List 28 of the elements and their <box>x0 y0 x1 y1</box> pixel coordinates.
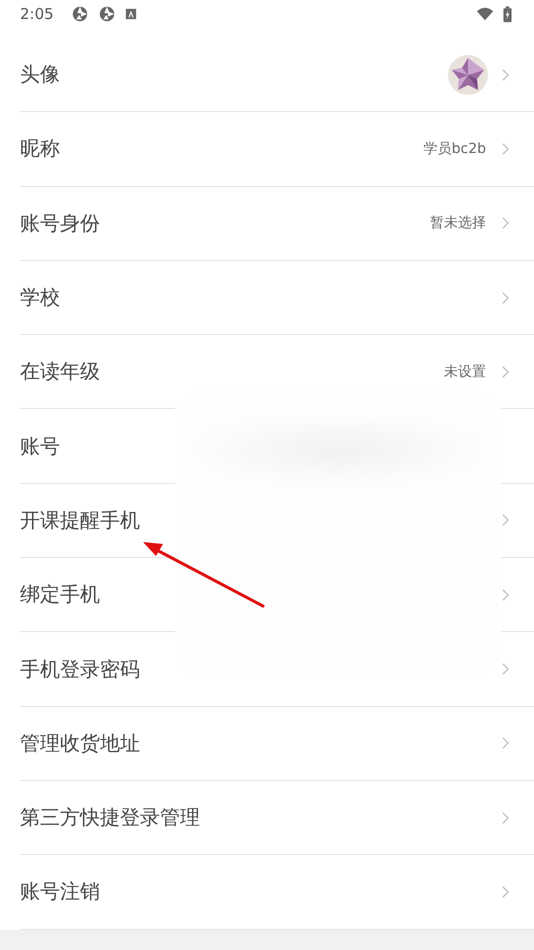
settings-row[interactable]: 昵称 学员bc2b <box>20 112 534 187</box>
row-label: 开课提醒手机 <box>20 506 140 534</box>
battery-icon <box>503 6 512 22</box>
row-value: 未设置 <box>444 362 486 381</box>
settings-row[interactable]: 学校 <box>20 260 534 336</box>
avatar-icon <box>448 54 488 95</box>
row-value: 暂未选择 <box>430 214 486 232</box>
row-label: 学校 <box>20 284 60 312</box>
aperture-icon <box>70 5 89 23</box>
aperture-icon <box>98 5 116 23</box>
settings-row[interactable]: 管理收货地址 <box>20 706 534 781</box>
settings-row[interactable]: 账号身份 暂未选择 <box>20 186 534 261</box>
status-time: 2:05 <box>20 5 54 23</box>
row-label: 账号注销 <box>20 878 100 906</box>
row-label: 绑定手机 <box>20 581 100 608</box>
row-label: 账号 <box>20 432 60 460</box>
notification-icon <box>124 8 137 20</box>
row-label: 在读年级 <box>20 358 100 386</box>
row-value: 学员bc2b <box>424 140 486 158</box>
row-label: 管理收货地址 <box>20 730 140 757</box>
wifi-icon <box>476 5 494 23</box>
row-label: 头像 <box>20 61 60 88</box>
row-label: 第三方快捷登录管理 <box>20 804 200 832</box>
settings-row[interactable]: 第三方快捷登录管理 <box>20 780 534 856</box>
row-label: 昵称 <box>20 135 60 162</box>
row-label: 手机登录密码 <box>20 656 140 683</box>
row-label: 账号身份 <box>20 210 100 237</box>
settings-row[interactable]: 头像 <box>20 38 534 112</box>
